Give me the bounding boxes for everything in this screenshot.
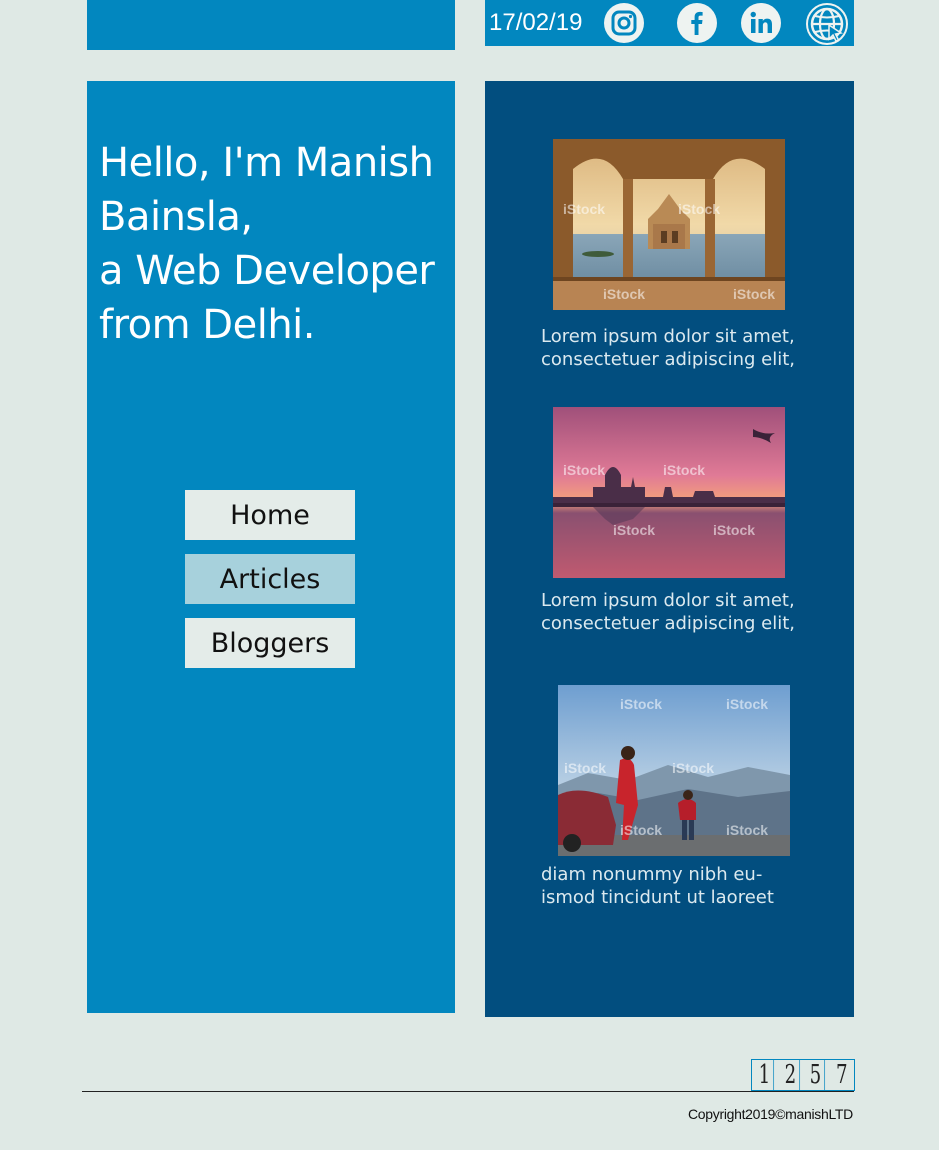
nav-bloggers-button[interactable]: Bloggers	[185, 618, 355, 668]
intro-panel: Hello, I'm Manish Bainsla, a Web Develop…	[87, 81, 455, 1013]
svg-text:iStock: iStock	[620, 696, 662, 712]
page-5-link[interactable]: 5	[807, 1060, 825, 1090]
svg-text:iStock: iStock	[733, 286, 775, 302]
svg-text:iStock: iStock	[563, 462, 605, 478]
article-2-line-1: Lorem ipsum dolor sit amet,	[541, 590, 795, 611]
footer-divider	[82, 1091, 854, 1092]
header-right-bar: 17/02/19	[485, 0, 854, 46]
svg-text:iStock: iStock	[563, 201, 605, 217]
article-2-excerpt: Lorem ipsum dolor sit amet, consectetuer…	[541, 589, 811, 635]
svg-text:iStock: iStock	[726, 696, 768, 712]
svg-text:iStock: iStock	[663, 462, 705, 478]
nav-articles-button[interactable]: Articles	[185, 554, 355, 604]
svg-text:iStock: iStock	[613, 522, 655, 538]
page-1-link[interactable]: 1	[756, 1060, 774, 1090]
articles-panel: iStock iStock iStock iStock Lorem ipsum …	[485, 81, 854, 1017]
instagram-icon[interactable]	[604, 3, 644, 43]
linkedin-icon[interactable]	[741, 3, 781, 43]
globe-link-icon[interactable]	[806, 3, 848, 45]
article-1-line-2: consectetuer adipiscing elit,	[541, 349, 796, 370]
svg-text:iStock: iStock	[713, 522, 755, 538]
article-3-excerpt: diam nonummy nibh eu- ismod tincidunt ut…	[541, 863, 821, 909]
article-3-line-1: diam nonummy nibh eu-	[541, 864, 763, 885]
hero-heading: Hello, I'm Manish Bainsla, a Web Develop…	[99, 136, 439, 352]
svg-text:iStock: iStock	[726, 822, 768, 838]
facebook-icon[interactable]	[677, 3, 717, 43]
hero-line-3: a Web Developer	[99, 248, 435, 294]
svg-text:iStock: iStock	[672, 760, 714, 776]
hero-line-4: from Delhi.	[99, 302, 316, 348]
copyright-text: Copyright2019©manishLTD	[687, 1106, 853, 1122]
page-7-link[interactable]: 7	[832, 1060, 850, 1090]
article-2-image[interactable]: iStock iStock iStock iStock	[553, 407, 785, 578]
article-1-image[interactable]: iStock iStock iStock iStock	[553, 139, 785, 310]
pagination: 1 2 5 7	[751, 1059, 855, 1091]
nav-home-button[interactable]: Home	[185, 490, 355, 540]
svg-text:iStock: iStock	[603, 286, 645, 302]
hero-line-1: Hello, I'm Manish	[99, 140, 434, 186]
article-1-excerpt: Lorem ipsum dolor sit amet, consectetuer…	[541, 325, 811, 371]
page-2-link[interactable]: 2	[781, 1060, 800, 1090]
article-3-line-2: ismod tincidunt ut laoreet	[541, 887, 774, 908]
hero-line-2: Bainsla,	[99, 194, 253, 240]
svg-text:iStock: iStock	[678, 201, 720, 217]
svg-text:iStock: iStock	[564, 760, 606, 776]
svg-text:iStock: iStock	[620, 822, 662, 838]
header-date: 17/02/19	[489, 9, 583, 36]
article-1-line-1: Lorem ipsum dolor sit amet,	[541, 326, 795, 347]
header-left-bar	[87, 0, 455, 50]
article-2-line-2: consectetuer adipiscing elit,	[541, 613, 796, 634]
article-3-image[interactable]: iStock iStock iStock iStock iStock iStoc…	[558, 685, 790, 856]
